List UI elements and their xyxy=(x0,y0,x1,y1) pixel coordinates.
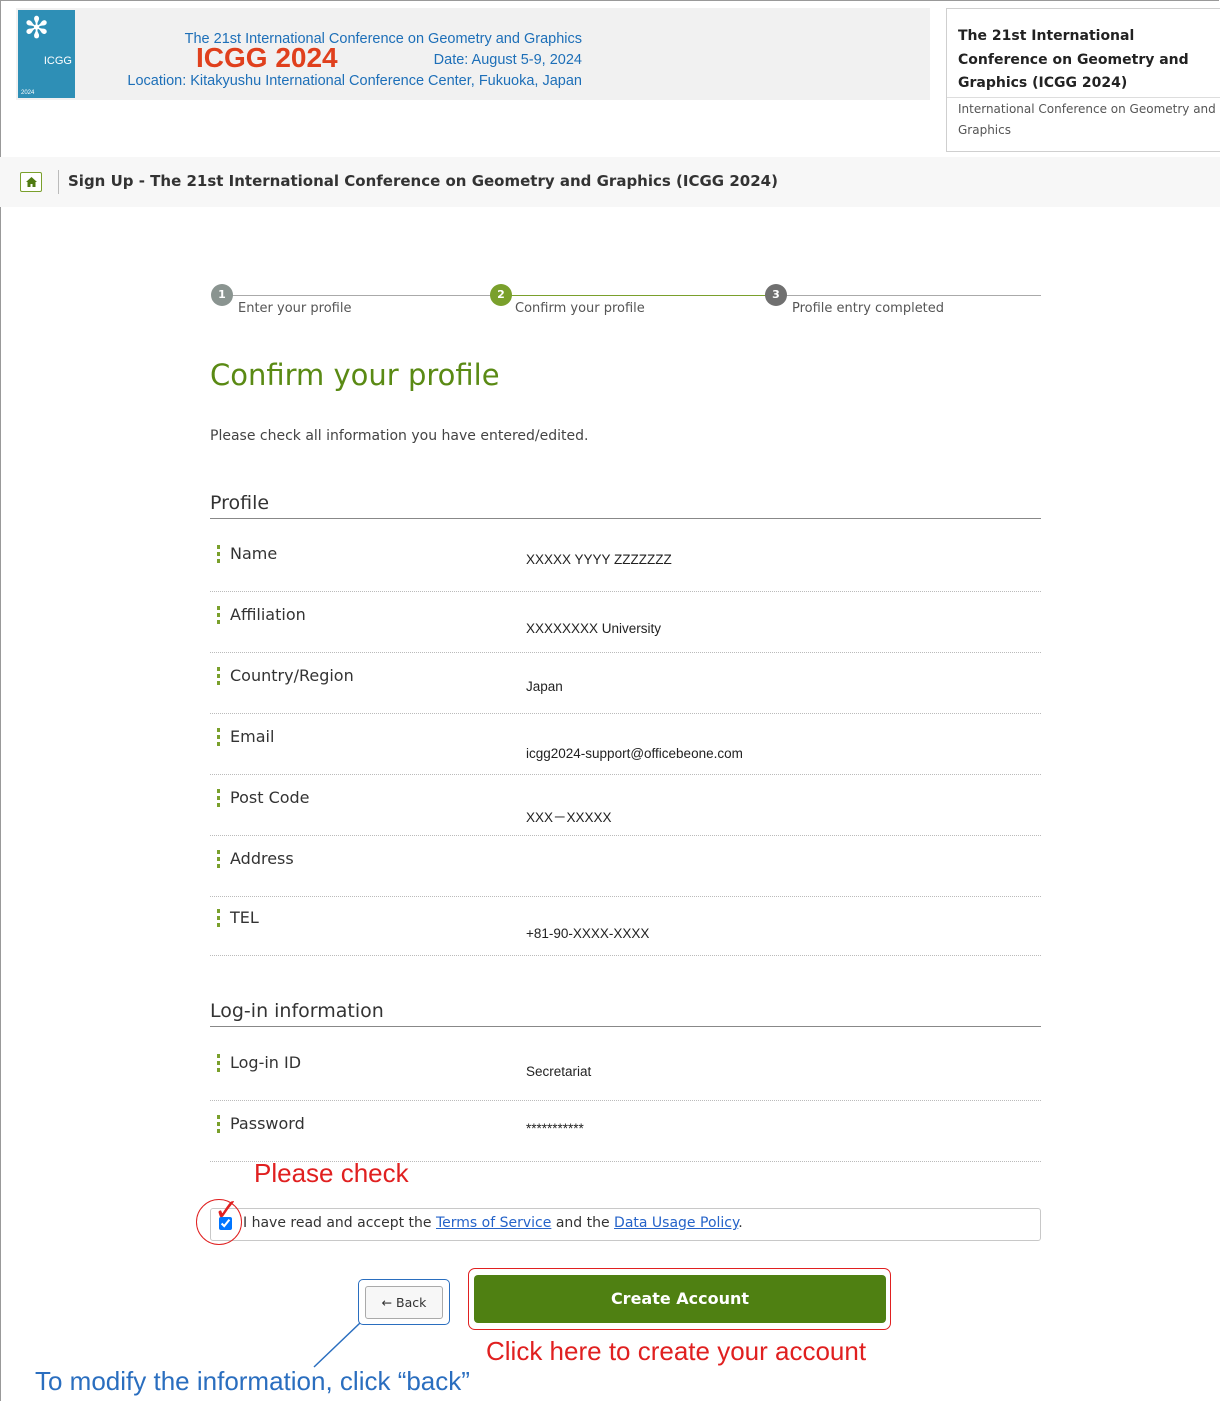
profile-row-affiliation: Affiliation XXXXXXXX University xyxy=(210,592,1041,653)
profile-row-postcode: Post Code XXX－XXXXX xyxy=(210,775,1041,836)
step-connector-3 xyxy=(776,295,1041,296)
terms-of-service-link[interactable]: Terms of Service xyxy=(436,1215,551,1231)
logo-year: 2024 xyxy=(21,90,35,96)
page-title: Confirm your profile xyxy=(210,358,500,392)
conference-date: Date: August 5-9, 2024 xyxy=(433,52,582,68)
field-label: TEL xyxy=(217,908,259,927)
terms-middle: and the xyxy=(551,1215,615,1231)
conference-card: The 21st International Conference on Geo… xyxy=(946,8,1220,152)
step-2-label: Confirm your profile xyxy=(515,301,645,316)
field-label: Address xyxy=(217,849,294,868)
terms-text: I have read and accept the Terms of Serv… xyxy=(243,1215,743,1231)
step-connector-1 xyxy=(222,295,501,296)
conference-banner: ICGG 2024 The 21st International Confere… xyxy=(16,8,930,100)
profile-row-address: Address xyxy=(210,836,1041,897)
field-value: Japan xyxy=(526,679,563,694)
step-connector-2 xyxy=(501,295,776,296)
field-label: Password xyxy=(217,1114,305,1133)
breadcrumb-title: Sign Up - The 21st International Confere… xyxy=(68,172,778,190)
field-label: Country/Region xyxy=(217,666,354,685)
step-1-indicator: 1 xyxy=(211,284,233,306)
conference-name: The 21st International Conference on Geo… xyxy=(184,31,582,47)
home-icon xyxy=(26,177,37,187)
pinwheel-icon: ✻ xyxy=(24,11,50,46)
conference-info: The 21st International Conference on Geo… xyxy=(127,29,582,92)
field-label: Affiliation xyxy=(217,605,306,624)
terms-agreement: I have read and accept the Terms of Serv… xyxy=(210,1208,1041,1241)
home-button[interactable] xyxy=(20,172,42,192)
login-row-id: Log-in ID Secretariat xyxy=(210,1040,1041,1101)
profile-row-name: Name XXXXX YYYY ZZZZZZZ xyxy=(210,531,1041,592)
field-value: XXXXX YYYY ZZZZZZZ xyxy=(526,552,672,567)
intro-text: Please check all information you have en… xyxy=(210,428,589,444)
field-value: XXXXXXXX University xyxy=(526,621,662,636)
field-value: icgg2024-support@officebeone.com xyxy=(526,746,743,761)
create-account-button[interactable]: Create Account xyxy=(474,1275,886,1323)
step-3-indicator: 3 xyxy=(765,284,787,306)
profile-row-country: Country/Region Japan xyxy=(210,653,1041,714)
icgg-logo: ✻ ICGG 2024 xyxy=(18,10,75,98)
conference-card-subtitle: International Conference on Geometry and… xyxy=(958,102,1216,137)
conference-card-title: The 21st International Conference on Geo… xyxy=(958,28,1189,91)
field-label: Log-in ID xyxy=(217,1053,301,1072)
check-mark-icon: ✓ xyxy=(214,1193,240,1228)
field-label: Email xyxy=(217,727,274,746)
back-button[interactable]: ← Back xyxy=(365,1286,443,1319)
data-usage-policy-link[interactable]: Data Usage Policy xyxy=(614,1215,738,1231)
profile-row-email: Email icgg2024-support@officebeone.com xyxy=(210,714,1041,775)
field-value: +81-90-XXXX-XXXX xyxy=(526,926,650,941)
logo-text: ICGG xyxy=(43,55,72,67)
field-label: Name xyxy=(217,544,277,563)
back-annotation: To modify the information, click “back” xyxy=(35,1366,470,1396)
field-value: Secretariat xyxy=(526,1064,592,1079)
profile-section-title: Profile xyxy=(210,492,1041,519)
step-1-label: Enter your profile xyxy=(238,301,352,316)
card-divider xyxy=(947,97,1220,98)
field-label: Post Code xyxy=(217,788,310,807)
profile-row-tel: TEL +81-90-XXXX-XXXX xyxy=(210,895,1041,956)
pointer-line xyxy=(313,1322,361,1368)
login-section-title: Log-in information xyxy=(210,1000,1041,1027)
please-check-annotation: Please check xyxy=(254,1158,409,1188)
terms-prefix: I have read and accept the xyxy=(243,1215,436,1231)
terms-suffix: . xyxy=(738,1215,743,1231)
field-value: *********** xyxy=(526,1121,584,1136)
breadcrumb-divider xyxy=(58,170,59,194)
create-account-annotation: Click here to create your account xyxy=(486,1336,867,1366)
step-2-indicator: 2 xyxy=(490,284,512,306)
login-row-password: Password *********** xyxy=(210,1101,1041,1162)
conference-location: Location: Kitakyushu International Confe… xyxy=(127,73,582,89)
field-value: XXX－XXXXX xyxy=(526,810,612,825)
step-3-label: Profile entry completed xyxy=(792,301,945,316)
